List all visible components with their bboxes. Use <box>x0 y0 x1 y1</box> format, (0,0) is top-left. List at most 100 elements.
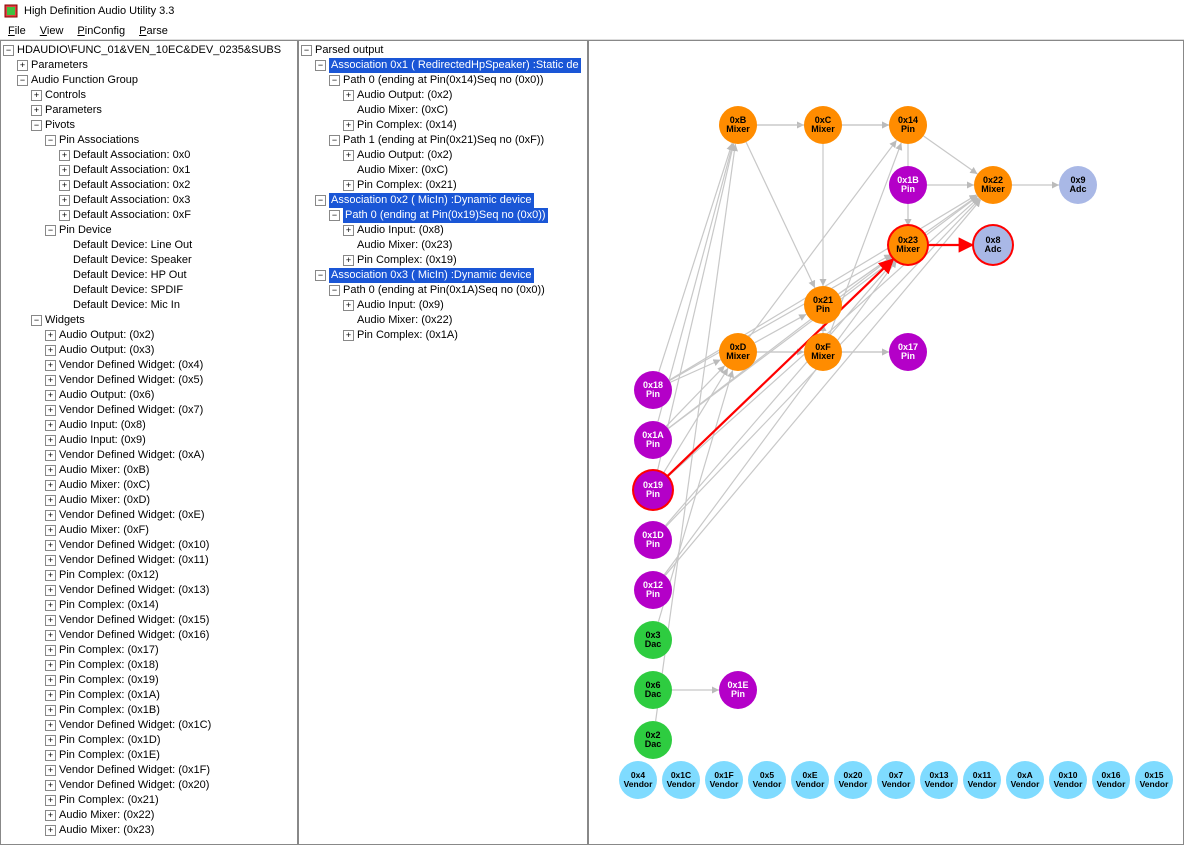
left-row[interactable]: +Pin Complex: (0x21) <box>3 793 297 808</box>
expand-icon[interactable]: + <box>343 255 354 266</box>
left-row[interactable]: +Vendor Defined Widget: (0x15) <box>3 613 297 628</box>
expand-icon[interactable]: + <box>45 780 56 791</box>
expand-icon[interactable]: + <box>59 150 70 161</box>
menu-pinconfig[interactable]: PinConfig <box>77 25 125 37</box>
parsed-output-panel[interactable]: −Parsed output−Association 0x1 ( Redirec… <box>298 40 588 845</box>
collapse-icon[interactable]: − <box>31 315 42 326</box>
menu-parse[interactable]: Parse <box>139 25 168 37</box>
mid-row[interactable]: Audio Mixer: (0xC) <box>301 103 587 118</box>
expand-icon[interactable]: + <box>45 570 56 581</box>
expand-icon[interactable]: + <box>45 690 56 701</box>
expand-icon[interactable]: + <box>343 120 354 131</box>
left-row[interactable]: +Pin Complex: (0x17) <box>3 643 297 658</box>
left-row[interactable]: +Vendor Defined Widget: (0xA) <box>3 448 297 463</box>
mid-row[interactable]: −Path 0 (ending at Pin(0x14)Seq no (0x0)… <box>301 73 587 88</box>
mid-row[interactable]: +Pin Complex: (0x1A) <box>301 328 587 343</box>
graph-node-0x1b[interactable]: 0x1BPin <box>889 166 927 204</box>
left-row[interactable]: +Audio Mixer: (0xC) <box>3 478 297 493</box>
collapse-icon[interactable]: − <box>45 135 56 146</box>
left-row[interactable]: +Audio Input: (0x8) <box>3 418 297 433</box>
graph-node-0xa[interactable]: 0xAVendor <box>1006 761 1044 799</box>
graph-node-0x1f[interactable]: 0x1FVendor <box>705 761 743 799</box>
graph-node-0x14[interactable]: 0x14Pin <box>889 106 927 144</box>
expand-icon[interactable]: + <box>343 300 354 311</box>
mid-row[interactable]: +Audio Input: (0x9) <box>301 298 587 313</box>
graph-node-0x3[interactable]: 0x3Dac <box>634 621 672 659</box>
left-row[interactable]: +Audio Mixer: (0xD) <box>3 493 297 508</box>
graph-node-0x6[interactable]: 0x6Dac <box>634 671 672 709</box>
mid-row[interactable]: +Audio Input: (0x8) <box>301 223 587 238</box>
graph-node-0x7[interactable]: 0x7Vendor <box>877 761 915 799</box>
left-row[interactable]: +Vendor Defined Widget: (0xE) <box>3 508 297 523</box>
left-row[interactable]: +Audio Mixer: (0xF) <box>3 523 297 538</box>
graph-node-0x1a[interactable]: 0x1APin <box>634 421 672 459</box>
left-row[interactable]: +Vendor Defined Widget: (0x4) <box>3 358 297 373</box>
expand-icon[interactable]: + <box>45 360 56 371</box>
expand-icon[interactable]: + <box>45 510 56 521</box>
left-row[interactable]: +Audio Output: (0x6) <box>3 388 297 403</box>
left-row[interactable]: +Audio Mixer: (0x23) <box>3 823 297 838</box>
left-row[interactable]: +Pin Complex: (0x18) <box>3 658 297 673</box>
left-row[interactable]: +Pin Complex: (0x1E) <box>3 748 297 763</box>
expand-icon[interactable]: + <box>45 720 56 731</box>
menu-file[interactable]: File <box>8 25 26 37</box>
left-row[interactable]: +Parameters <box>3 58 297 73</box>
expand-icon[interactable]: + <box>45 585 56 596</box>
left-row[interactable]: +Vendor Defined Widget: (0x16) <box>3 628 297 643</box>
collapse-icon[interactable]: − <box>3 45 14 56</box>
expand-icon[interactable]: + <box>59 180 70 191</box>
collapse-icon[interactable]: − <box>329 75 340 86</box>
graph-node-0xb[interactable]: 0xBMixer <box>719 106 757 144</box>
menu-view[interactable]: View <box>40 25 64 37</box>
left-row[interactable]: +Audio Mixer: (0xB) <box>3 463 297 478</box>
left-row[interactable]: +Vendor Defined Widget: (0x5) <box>3 373 297 388</box>
expand-icon[interactable]: + <box>45 810 56 821</box>
left-row[interactable]: +Pin Complex: (0x12) <box>3 568 297 583</box>
graph-node-0x13[interactable]: 0x13Vendor <box>920 761 958 799</box>
left-row[interactable]: Default Device: Line Out <box>3 238 297 253</box>
left-row[interactable]: −Audio Function Group <box>3 73 297 88</box>
mid-row[interactable]: −Path 1 (ending at Pin(0x21)Seq no (0xF)… <box>301 133 587 148</box>
expand-icon[interactable]: + <box>59 210 70 221</box>
left-row[interactable]: −Pivots <box>3 118 297 133</box>
graph-node-0x1c[interactable]: 0x1CVendor <box>662 761 700 799</box>
mid-row[interactable]: −Path 0 (ending at Pin(0x19)Seq no (0x0)… <box>301 208 587 223</box>
expand-icon[interactable]: + <box>45 645 56 656</box>
graph-node-0xd[interactable]: 0xDMixer <box>719 333 757 371</box>
mid-row[interactable]: Audio Mixer: (0xC) <box>301 163 587 178</box>
expand-icon[interactable]: + <box>45 420 56 431</box>
expand-icon[interactable]: + <box>343 150 354 161</box>
left-row[interactable]: +Audio Input: (0x9) <box>3 433 297 448</box>
expand-icon[interactable]: + <box>59 165 70 176</box>
mid-row[interactable]: +Audio Output: (0x2) <box>301 148 587 163</box>
mid-row[interactable]: +Audio Output: (0x2) <box>301 88 587 103</box>
expand-icon[interactable]: + <box>343 330 354 341</box>
collapse-icon[interactable]: − <box>31 120 42 131</box>
graph-node-0x8[interactable]: 0x8Adc <box>974 226 1012 264</box>
expand-icon[interactable]: + <box>45 600 56 611</box>
collapse-icon[interactable]: − <box>17 75 28 86</box>
mid-row[interactable]: −Path 0 (ending at Pin(0x1A)Seq no (0x0)… <box>301 283 587 298</box>
left-row[interactable]: +Pin Complex: (0x19) <box>3 673 297 688</box>
expand-icon[interactable]: + <box>45 405 56 416</box>
graph-node-0x2[interactable]: 0x2Dac <box>634 721 672 759</box>
mid-row[interactable]: +Pin Complex: (0x14) <box>301 118 587 133</box>
graph-node-0xc[interactable]: 0xCMixer <box>804 106 842 144</box>
graph-node-0x11[interactable]: 0x11Vendor <box>963 761 1001 799</box>
left-row[interactable]: +Default Association: 0x1 <box>3 163 297 178</box>
expand-icon[interactable]: + <box>45 795 56 806</box>
left-row[interactable]: +Pin Complex: (0x1D) <box>3 733 297 748</box>
device-tree-panel[interactable]: −HDAUDIO\FUNC_01&VEN_10EC&DEV_0235&SUBS+… <box>0 40 298 845</box>
graph-node-0x17[interactable]: 0x17Pin <box>889 333 927 371</box>
expand-icon[interactable]: + <box>45 375 56 386</box>
left-row[interactable]: −Widgets <box>3 313 297 328</box>
graph-node-0x15[interactable]: 0x15Vendor <box>1135 761 1173 799</box>
left-row[interactable]: −Pin Device <box>3 223 297 238</box>
expand-icon[interactable]: + <box>45 660 56 671</box>
graph-node-0xe[interactable]: 0xEVendor <box>791 761 829 799</box>
left-row[interactable]: +Pin Complex: (0x1A) <box>3 688 297 703</box>
mid-row[interactable]: −Association 0x3 ( MicIn) :Dynamic devic… <box>301 268 587 283</box>
expand-icon[interactable]: + <box>45 675 56 686</box>
expand-icon[interactable]: + <box>45 450 56 461</box>
expand-icon[interactable]: + <box>45 750 56 761</box>
